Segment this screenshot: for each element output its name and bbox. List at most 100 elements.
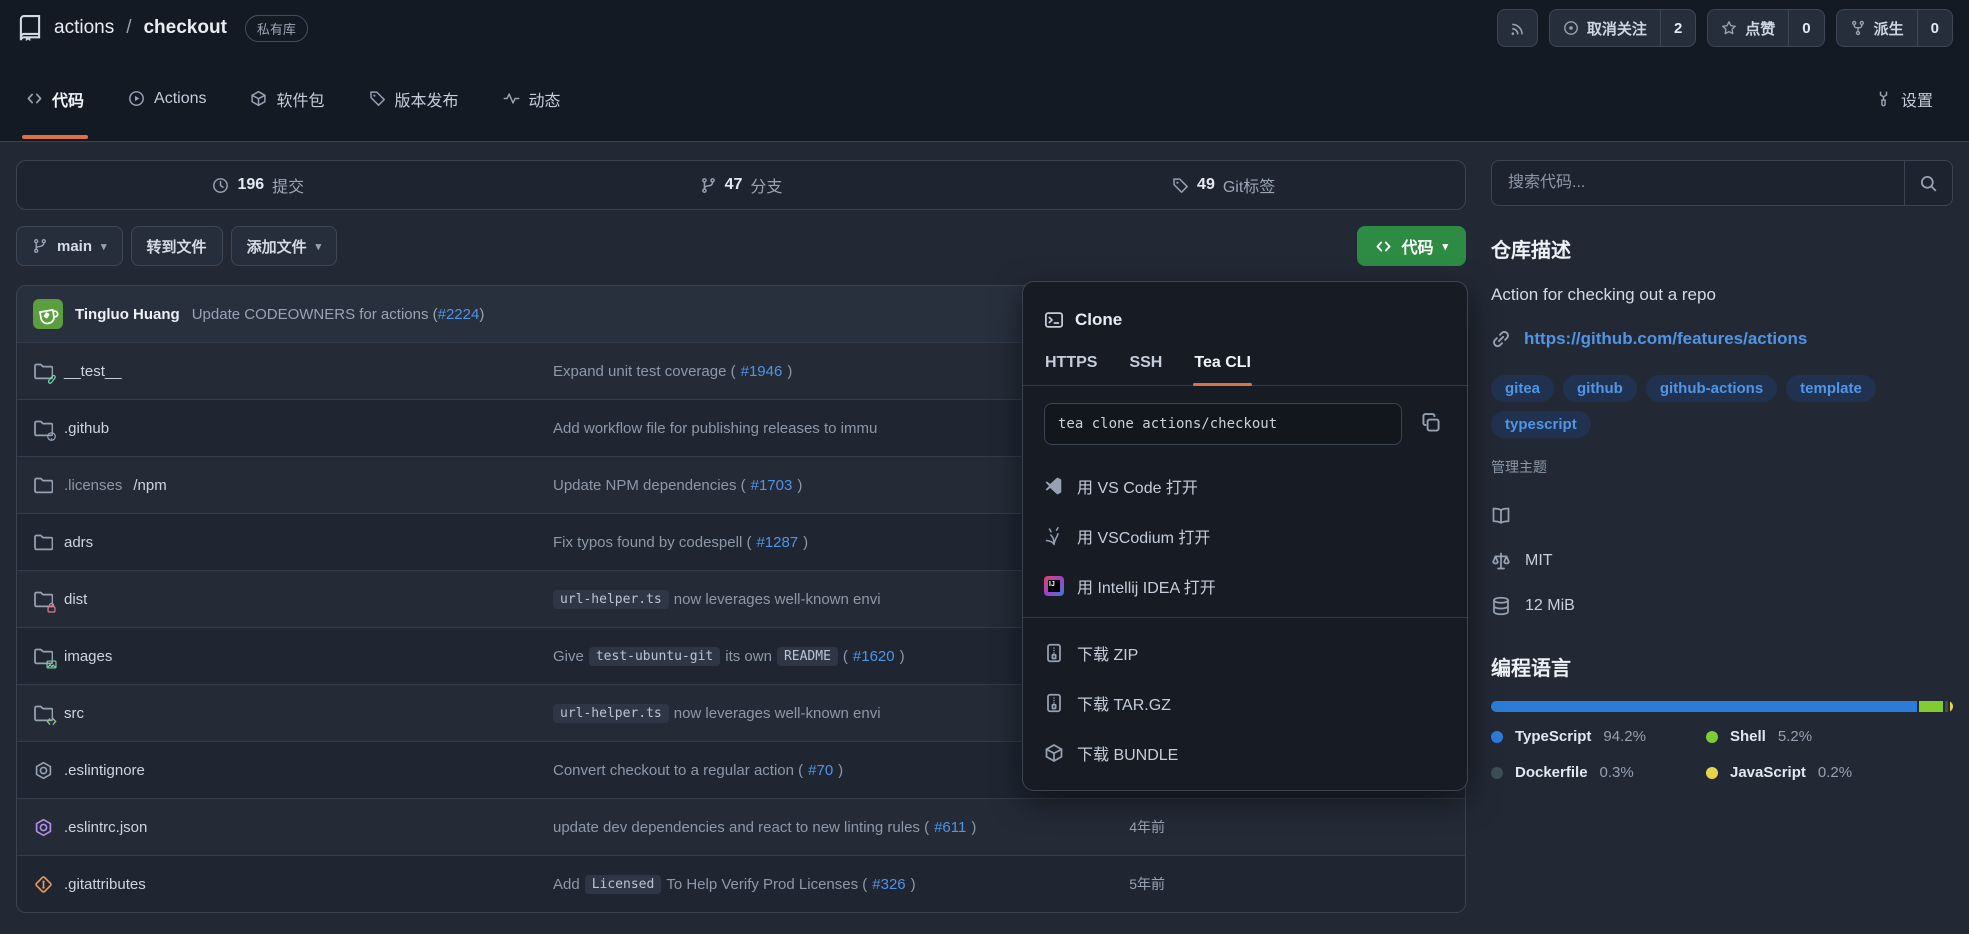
language-bar [1491, 701, 1953, 712]
language-legend-javascript[interactable]: JavaScript 0.2% [1706, 764, 1953, 781]
topic-template[interactable]: template [1786, 375, 1876, 402]
menu-item[interactable]: IJ 用 Intellij IDEA 打开 [1031, 561, 1459, 611]
fork-button[interactable]: 派生 0 [1836, 9, 1953, 47]
menu-item[interactable]: 下载 ZIP [1031, 628, 1459, 678]
tab-settings[interactable]: 设置 [1875, 87, 1933, 111]
clone-tab-ssh[interactable]: SSH [1128, 346, 1163, 385]
topic-gitea[interactable]: gitea [1491, 375, 1554, 402]
fork-count[interactable]: 0 [1917, 10, 1952, 46]
tab-版本发布[interactable]: 版本发布 [365, 56, 463, 141]
language-segment-shell[interactable] [1919, 701, 1943, 712]
folder-test-icon [33, 361, 53, 381]
tab-软件包[interactable]: 软件包 [246, 56, 328, 141]
menu-item[interactable]: 用 VSCodium 打开 [1031, 511, 1459, 561]
unwatch-button[interactable]: 取消关注 2 [1549, 9, 1696, 47]
pr-link[interactable]: #611 [934, 819, 966, 836]
commit-message-cell[interactable]: Convert checkout to a regular action (#7… [553, 762, 1075, 779]
rss-button[interactable] [1497, 9, 1538, 47]
commit-message-cell[interactable]: update dev dependencies and react to new… [553, 819, 1075, 836]
file-link[interactable]: .eslintrc.json [33, 817, 553, 837]
commit-message-cell[interactable]: Give test-ubuntu-git its own README (#16… [553, 647, 1075, 666]
commit-message-cell[interactable]: Fix typos found by codespell (#1287) [553, 534, 1075, 551]
menu-item[interactable]: 下载 TAR.GZ [1031, 678, 1459, 728]
stat-分支[interactable]: 47分支 [500, 161, 983, 209]
file-link[interactable]: src [33, 703, 553, 723]
folder-github-icon [33, 418, 53, 438]
star-button[interactable]: 点赞 0 [1707, 9, 1824, 47]
tab-代码[interactable]: 代码 [22, 56, 88, 141]
language-legend-dockerfile[interactable]: Dockerfile 0.3% [1491, 764, 1706, 781]
clone-url-row [1023, 386, 1467, 457]
tab-actions[interactable]: Actions [124, 56, 210, 141]
stat-提交[interactable]: 196提交 [17, 161, 500, 209]
commit-message-cell[interactable]: Update NPM dependencies (#1703) [553, 477, 1075, 494]
commit-message-cell[interactable]: url-helper.ts now leverages well-known e… [553, 704, 1075, 723]
tag-icon [369, 90, 386, 107]
pr-link[interactable]: #1703 [751, 477, 793, 494]
file-link[interactable]: .licenses/npm [33, 475, 553, 495]
topic-typescript[interactable]: typescript [1491, 411, 1591, 438]
language-legend-typescript[interactable]: TypeScript 94.2% [1491, 728, 1706, 745]
topic-github-actions[interactable]: github-actions [1646, 375, 1777, 402]
file-link[interactable]: dist [33, 589, 553, 609]
stat-Git标签[interactable]: 49Git标签 [982, 161, 1465, 209]
languages-title: 编程语言 [1491, 652, 1953, 681]
language-legend-shell[interactable]: Shell 5.2% [1706, 728, 1953, 745]
goto-file-button[interactable]: 转到文件 [131, 226, 223, 266]
commit-author[interactable]: Tingluo Huang [75, 306, 180, 323]
meta-book[interactable]: 自述文档 [1491, 493, 1953, 538]
pr-link[interactable]: #326 [872, 876, 905, 893]
pr-link[interactable]: #1287 [756, 534, 798, 551]
star-count[interactable]: 0 [1788, 10, 1823, 46]
language-segment-typescript[interactable] [1491, 701, 1917, 712]
star-label: 点赞 [1745, 18, 1775, 39]
clone-protocol-tabs: HTTPS SSH Tea CLI [1023, 340, 1467, 386]
message-text: now leverages well-known envi [674, 591, 881, 608]
message-text: Expand unit test coverage ( [553, 363, 736, 380]
search-button[interactable] [1904, 161, 1952, 205]
pr-link[interactable]: #1946 [741, 363, 783, 380]
file-link[interactable]: .eslintignore [33, 760, 553, 780]
pr-link[interactable]: #70 [808, 762, 833, 779]
add-file-button[interactable]: 添加文件 ▾ [231, 226, 338, 266]
copy-button[interactable] [1416, 408, 1446, 441]
commit-message-cell[interactable]: url-helper.ts now leverages well-known e… [553, 590, 1075, 609]
file-link[interactable]: adrs [33, 532, 553, 552]
clone-tab-tea-cli[interactable]: Tea CLI [1193, 346, 1252, 385]
branch-selector[interactable]: main ▾ [16, 226, 123, 266]
commit-message-cell[interactable]: Add workflow file for publishing release… [553, 420, 1075, 437]
avatar[interactable] [33, 299, 63, 329]
commit-message[interactable]: Update CODEOWNERS for actions (#2224) [192, 306, 485, 323]
file-link[interactable]: .github [33, 418, 553, 438]
language-name: Shell [1730, 728, 1766, 745]
meta-database[interactable]: 12 MiB [1491, 583, 1953, 628]
language-name: JavaScript [1730, 764, 1806, 781]
pr-link[interactable]: #1620 [853, 648, 895, 665]
open-in-list: 用 VS Code 打开 用 VSCodium 打开 IJ 用 Intellij… [1023, 457, 1467, 611]
file-link[interactable]: images [33, 646, 553, 666]
clone-url-input[interactable] [1044, 403, 1402, 445]
file-link[interactable]: __test__ [33, 361, 553, 381]
clock-icon [212, 177, 229, 194]
meta-law[interactable]: MIT [1491, 538, 1953, 583]
code-button[interactable]: 代码 ▾ [1357, 226, 1466, 266]
topic-github[interactable]: github [1563, 375, 1637, 402]
watch-count[interactable]: 2 [1660, 10, 1695, 46]
clone-tab-https[interactable]: HTTPS [1044, 346, 1098, 385]
repo-sidebar: 仓库描述 Action for checking out a repo http… [1491, 160, 1953, 781]
commit-message-cell[interactable]: Add Licensed To Help Verify Prod License… [553, 875, 1075, 894]
menu-item[interactable]: 用 VS Code 打开 [1031, 461, 1459, 511]
website-link[interactable]: https://github.com/features/actions [1524, 329, 1807, 349]
file-link[interactable]: .gitattributes [33, 874, 553, 894]
search-input[interactable] [1492, 161, 1904, 205]
manage-topics-link[interactable]: 管理主题 [1491, 457, 1547, 477]
repo-owner-link[interactable]: actions [54, 17, 114, 39]
tab-动态[interactable]: 动态 [499, 56, 565, 141]
commit-message-cell[interactable]: Expand unit test coverage (#1946) [553, 363, 1075, 380]
menu-item[interactable]: 下载 BUNDLE [1031, 728, 1459, 778]
language-segment-javascript[interactable] [1950, 701, 1953, 712]
folder-code-icon [33, 703, 53, 723]
pr-link[interactable]: #2224 [438, 306, 480, 323]
language-segment-dockerfile[interactable] [1945, 701, 1948, 712]
repo-name-link[interactable]: checkout [143, 17, 226, 39]
